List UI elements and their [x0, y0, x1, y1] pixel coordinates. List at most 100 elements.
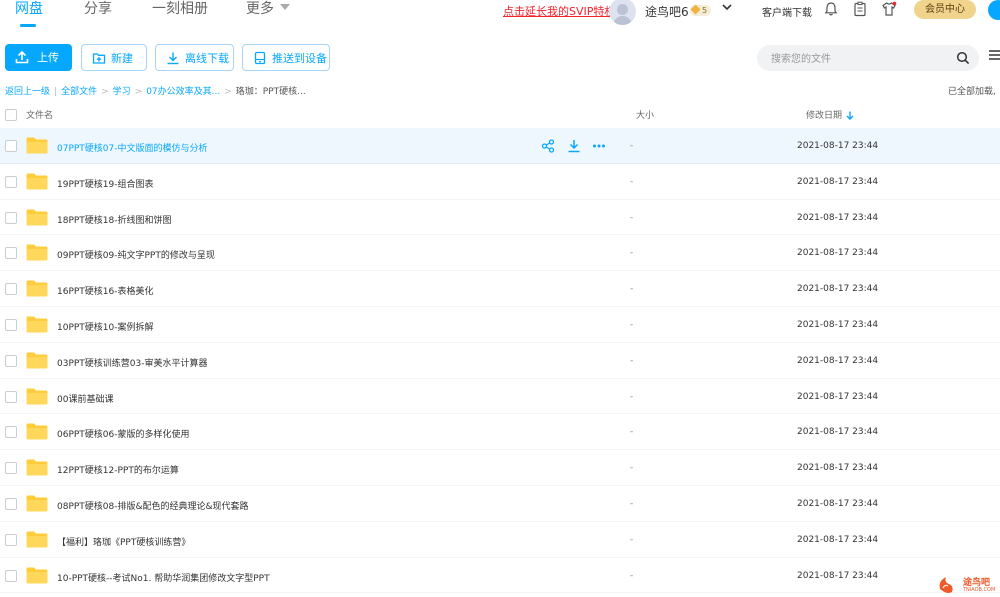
- file-size: -: [630, 141, 634, 151]
- row-checkbox[interactable]: [5, 569, 17, 582]
- file-name[interactable]: 16PPT硬核16-表格美化: [57, 284, 154, 297]
- column-header-date-label: 修改日期: [806, 111, 843, 121]
- file-size: -: [630, 284, 634, 295]
- row-checkbox[interactable]: [5, 533, 17, 546]
- column-header-name[interactable]: 文件名: [26, 108, 53, 121]
- new-folder-button[interactable]: 新建: [81, 44, 147, 71]
- breadcrumb-separator: |: [54, 87, 58, 97]
- table-row[interactable]: 18PPT硬核18-折线图和饼图 - 2021-08-17 23:44: [0, 200, 1000, 236]
- table-row[interactable]: 08PPT硬核08-排版&配色的经典理论&现代套路 - 2021-08-17 23:…: [0, 486, 1000, 522]
- search-box: [757, 45, 979, 73]
- file-size: -: [630, 391, 634, 402]
- folder-icon: [26, 316, 48, 333]
- share-icon[interactable]: [541, 139, 555, 153]
- file-name[interactable]: 18PPT硬核18-折线图和饼图: [57, 213, 172, 226]
- row-checkbox[interactable]: [5, 211, 17, 224]
- row-checkbox[interactable]: [5, 318, 17, 331]
- table-row[interactable]: 07PPT硬核07-中文版面的模仿与分析 - 2021-08-17 23:44: [0, 128, 1000, 164]
- file-name[interactable]: 06PPT硬核06-蒙版的多样化使用: [57, 427, 190, 440]
- sort-desc-icon: [846, 111, 854, 120]
- active-tab-indicator: [20, 24, 36, 27]
- column-header-size[interactable]: 大小: [636, 108, 654, 121]
- app-switcher-button[interactable]: [988, 0, 1000, 20]
- file-date: 2021-08-17 23:44: [797, 141, 879, 151]
- svip-renew-link[interactable]: 点击延长我的SVIP特权: [503, 3, 615, 19]
- nav-tab-share[interactable]: 分享: [84, 0, 112, 18]
- offline-download-label: 离线下载: [185, 52, 229, 65]
- table-row[interactable]: 00课前基础课 - 2021-08-17 23:44: [0, 379, 1000, 415]
- file-name[interactable]: 19PPT硬核19-组合图表: [57, 177, 154, 190]
- file-name[interactable]: 00课前基础课: [57, 392, 113, 405]
- file-date: 2021-08-17 23:44: [797, 248, 879, 259]
- table-header: 文件名 大小 修改日期: [0, 100, 1000, 128]
- clipboard-icon[interactable]: [852, 1, 868, 17]
- more-icon[interactable]: [592, 139, 606, 153]
- breadcrumb-separator: >: [101, 87, 109, 97]
- search-input[interactable]: [769, 45, 953, 73]
- folder-icon: [26, 244, 48, 261]
- nav-tab-more[interactable]: 更多: [246, 0, 290, 18]
- breadcrumb-item-study[interactable]: 学习: [113, 87, 131, 97]
- row-checkbox[interactable]: [5, 354, 17, 367]
- file-name[interactable]: 12PPT硬核12-PPT的布尔运算: [57, 463, 179, 476]
- table-row[interactable]: 10PPT硬核10-案例拆解 - 2021-08-17 23:44: [0, 307, 1000, 343]
- folder-icon: [26, 352, 48, 369]
- breadcrumb-item-all-files[interactable]: 全部文件: [61, 87, 97, 97]
- file-name[interactable]: 08PPT硬核08-排版&配色的经典理论&现代套路: [57, 499, 249, 512]
- column-header-date[interactable]: 修改日期: [806, 108, 854, 121]
- file-name[interactable]: 07PPT硬核07-中文版面的模仿与分析: [57, 141, 208, 154]
- row-checkbox[interactable]: [5, 140, 17, 152]
- folder-icon: [26, 280, 48, 297]
- list-view-icon[interactable]: [988, 48, 1000, 62]
- row-checkbox[interactable]: [5, 462, 17, 475]
- username[interactable]: 途鸟吧6: [645, 3, 689, 20]
- table-row[interactable]: 09PPT硬核09-纯文字PPT的修改与呈现 - 2021-08-17 23:44: [0, 235, 1000, 272]
- file-size: -: [630, 463, 634, 474]
- row-checkbox[interactable]: [5, 426, 17, 439]
- file-size: -: [630, 212, 634, 223]
- table-row[interactable]: 12PPT硬核12-PPT的布尔运算 - 2021-08-17 23:44: [0, 450, 1000, 486]
- search-icon[interactable]: [956, 51, 970, 65]
- row-checkbox[interactable]: [5, 175, 17, 188]
- avatar[interactable]: [609, 0, 636, 25]
- file-date: 2021-08-17 23:44: [797, 212, 879, 223]
- file-date: 2021-08-17 23:44: [797, 570, 879, 581]
- nav-tab-album[interactable]: 一刻相册: [152, 0, 208, 18]
- table-row[interactable]: 06PPT硬核06-蒙版的多样化使用 - 2021-08-17 23:44: [0, 414, 1000, 451]
- tshirt-icon[interactable]: [881, 1, 897, 17]
- breadcrumb-item-office[interactable]: 07办公效率及其...: [146, 87, 220, 97]
- row-checkbox[interactable]: [5, 283, 17, 296]
- chevron-down-icon[interactable]: [722, 2, 732, 12]
- table-row[interactable]: 【福利】珞珈《PPT硬核训练营》 - 2021-08-17 23:44: [0, 522, 1000, 558]
- bell-icon[interactable]: [823, 1, 839, 17]
- file-date: 2021-08-17 23:44: [797, 534, 879, 545]
- download-icon[interactable]: [567, 139, 581, 153]
- push-to-device-button[interactable]: 推送到设备: [242, 44, 330, 71]
- table-row[interactable]: 19PPT硬核19-组合图表 - 2021-08-17 23:44: [0, 164, 1000, 200]
- table-row[interactable]: 16PPT硬核16-表格美化 - 2021-08-17 23:44: [0, 271, 1000, 307]
- file-name[interactable]: 09PPT硬核09-纯文字PPT的修改与呈现: [57, 248, 215, 261]
- row-checkbox[interactable]: [5, 247, 17, 260]
- upload-button[interactable]: 上传: [5, 44, 72, 71]
- file-name[interactable]: 03PPT硬核训练营03-审美水平计算器: [57, 356, 208, 369]
- table-row[interactable]: 03PPT硬核训练营03-审美水平计算器 - 2021-08-17 23:44: [0, 343, 1000, 379]
- file-size: -: [630, 355, 634, 366]
- row-checkbox[interactable]: [5, 497, 17, 510]
- file-date: 2021-08-17 23:44: [797, 463, 879, 474]
- file-date: 2021-08-17 23:44: [797, 391, 879, 402]
- row-checkbox[interactable]: [5, 390, 17, 403]
- folder-icon: [26, 173, 48, 190]
- caret-down-icon: [280, 4, 290, 10]
- client-download-link[interactable]: 客户端下载: [762, 4, 812, 19]
- table-row[interactable]: 10-PPT硬核--考试No1. 帮助华润集团修改文字型PPT - 2021-08-…: [0, 558, 1000, 594]
- nav-tab-netdisk[interactable]: 网盘: [15, 0, 43, 18]
- breadcrumb-back[interactable]: 返回上一级: [5, 87, 50, 97]
- folder-icon: [26, 531, 48, 548]
- offline-download-button[interactable]: 离线下载: [155, 44, 234, 71]
- file-name[interactable]: 10PPT硬核10-案例拆解: [57, 320, 154, 333]
- member-center-button[interactable]: 会员中心: [914, 0, 976, 19]
- file-name[interactable]: 【福利】珞珈《PPT硬核训练营》: [57, 535, 190, 548]
- folder-icon: [26, 137, 48, 154]
- select-all-checkbox[interactable]: [5, 109, 17, 121]
- file-name[interactable]: 10-PPT硬核--考试No1. 帮助华润集团修改文字型PPT: [57, 571, 270, 584]
